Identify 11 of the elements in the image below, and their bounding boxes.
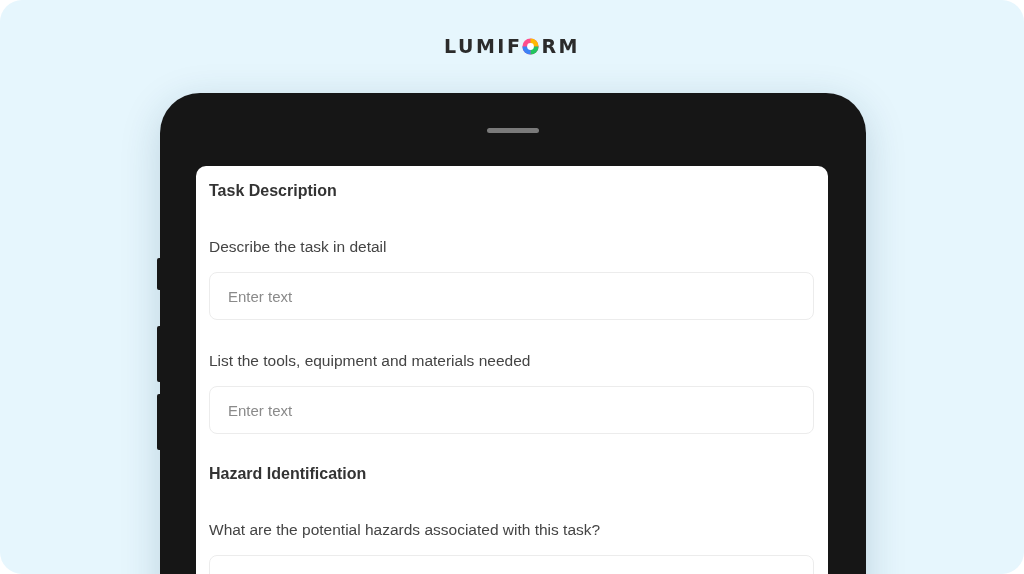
question-label: Describe the task in detail xyxy=(209,237,387,257)
question-label: List the tools, equipment and materials needed xyxy=(209,351,531,371)
color-ring-icon xyxy=(522,37,540,55)
input-field[interactable]: Enter text xyxy=(209,272,814,320)
logo-text: RM xyxy=(541,35,580,57)
logo-text: LUMIF xyxy=(444,35,523,57)
input-field[interactable]: Enter text xyxy=(209,386,814,434)
section-heading: Task Description xyxy=(209,181,337,201)
question-label: What are the potential hazards associated with this task? xyxy=(209,520,601,540)
section-heading: Hazard Identification xyxy=(209,464,367,484)
handle-bar xyxy=(487,128,539,133)
